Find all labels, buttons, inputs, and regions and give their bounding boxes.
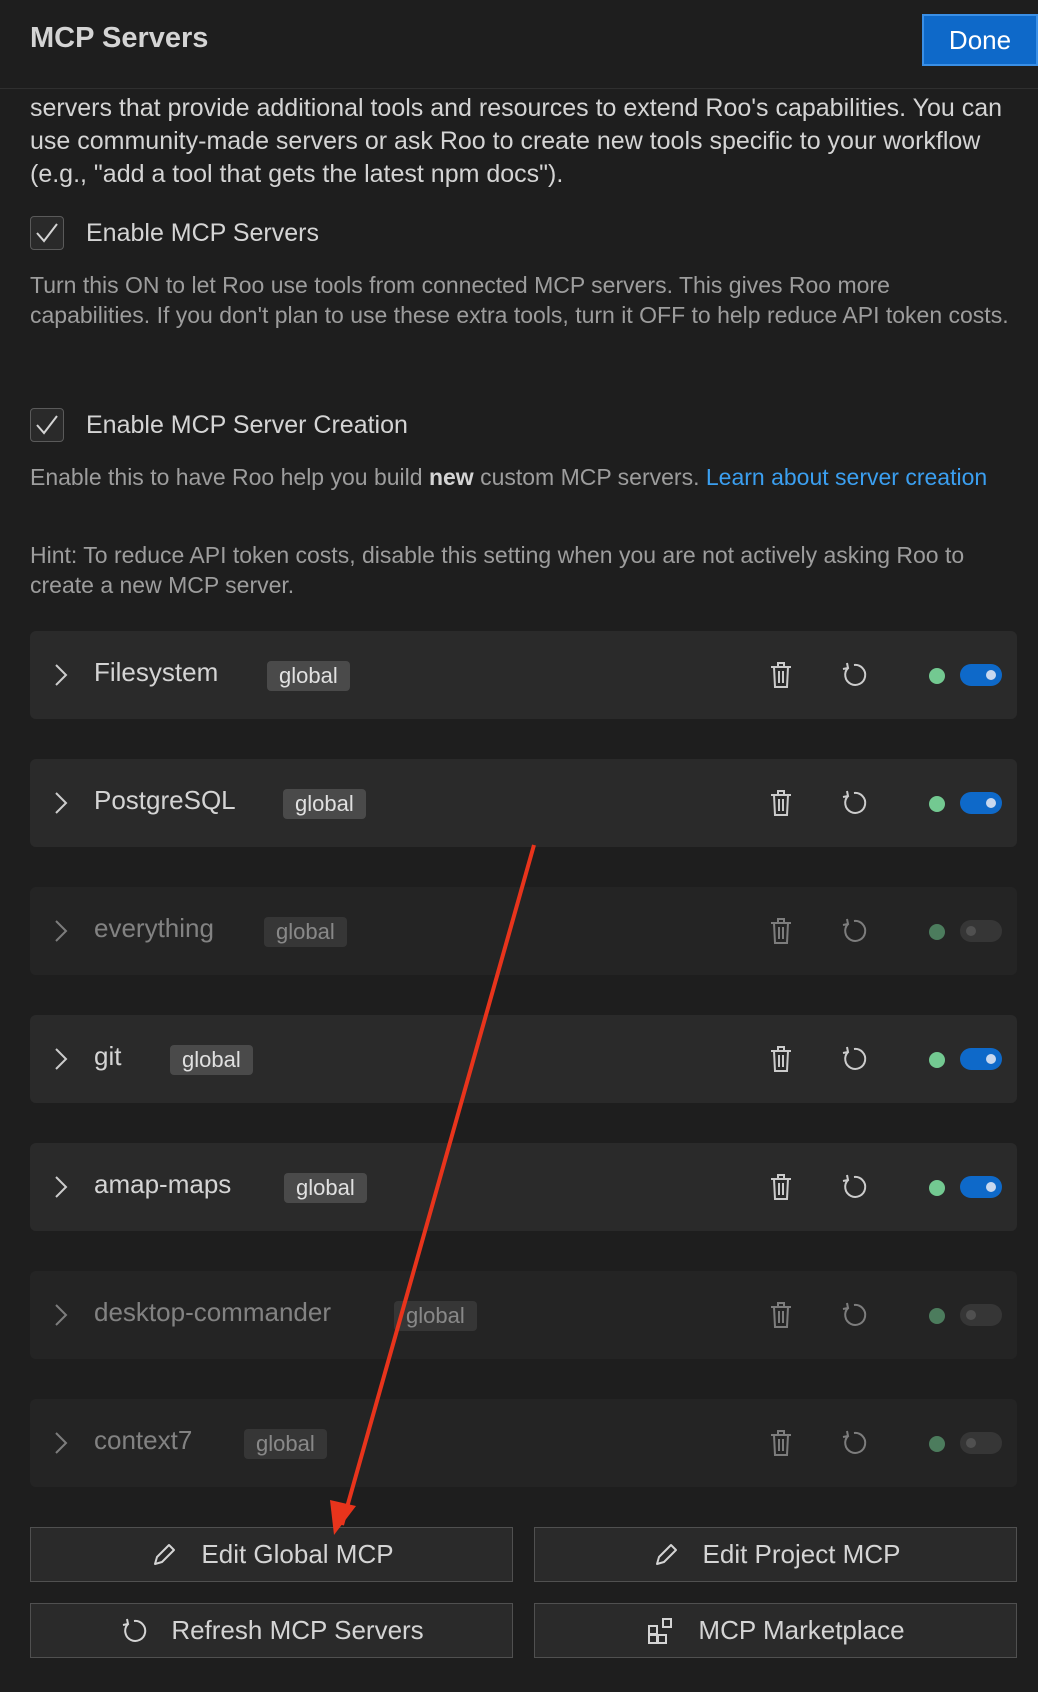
server-row[interactable]: desktop-commander global <box>30 1271 1017 1359</box>
server-toggle[interactable] <box>960 664 1002 686</box>
server-row[interactable]: Filesystem global <box>30 631 1017 719</box>
scope-badge: global <box>394 1301 477 1331</box>
server-toggle[interactable] <box>960 1304 1002 1326</box>
toggle-knob <box>966 1310 976 1320</box>
server-row[interactable]: PostgreSQL global <box>30 759 1017 847</box>
status-dot <box>929 796 945 812</box>
toggle-knob <box>986 670 996 680</box>
server-row[interactable]: context7 global <box>30 1399 1017 1487</box>
trash-icon[interactable] <box>769 917 793 945</box>
chevron-right-icon[interactable] <box>54 919 68 943</box>
trash-icon[interactable] <box>769 1429 793 1457</box>
toggle-knob <box>986 798 996 808</box>
pencil-icon <box>655 1543 677 1565</box>
refresh-icon[interactable] <box>840 789 868 817</box>
enable-server-creation-row[interactable]: Enable MCP Server Creation <box>30 408 408 442</box>
refresh-icon[interactable] <box>840 917 868 945</box>
status-dot <box>929 1308 945 1324</box>
settings-content: servers that provide additional tools an… <box>30 92 1010 598</box>
enable-server-creation-checkbox[interactable] <box>30 408 64 442</box>
creation-hint: Hint: To reduce API token costs, disable… <box>30 542 965 598</box>
server-name: amap-maps <box>94 1169 232 1199</box>
status-dot <box>929 1436 945 1452</box>
refresh-mcp-servers-button[interactable]: Refresh MCP Servers <box>30 1603 513 1658</box>
server-name: git <box>94 1041 122 1071</box>
server-name: context7 <box>94 1425 193 1455</box>
server-toggle[interactable] <box>960 1048 1002 1070</box>
trash-icon[interactable] <box>769 1301 793 1329</box>
chevron-right-icon[interactable] <box>54 1175 68 1199</box>
checkmark-icon <box>36 223 58 243</box>
status-dot <box>929 1180 945 1196</box>
learn-server-creation-link[interactable]: Learn about server creation <box>706 464 987 490</box>
refresh-icon[interactable] <box>840 1045 868 1073</box>
toggle-knob <box>986 1182 996 1192</box>
enable-mcp-servers-label: Enable MCP Servers <box>86 218 319 247</box>
scope-badge: global <box>170 1045 253 1075</box>
checkmark-icon <box>36 415 58 435</box>
toggle-knob <box>966 926 976 936</box>
enable-server-creation-description: Enable this to have Roo help you build n… <box>30 464 988 490</box>
scope-badge: global <box>283 789 366 819</box>
server-row[interactable]: everything global <box>30 887 1017 975</box>
server-name: everything <box>94 913 214 943</box>
refresh-icon <box>123 1618 147 1642</box>
intro-text: servers that provide additional tools an… <box>30 94 1003 188</box>
server-name: PostgreSQL <box>94 785 236 815</box>
refresh-icon[interactable] <box>840 661 868 689</box>
enable-mcp-servers-row[interactable]: Enable MCP Servers <box>30 216 319 250</box>
refresh-icon[interactable] <box>840 1301 868 1329</box>
scope-badge: global <box>244 1429 327 1459</box>
server-row[interactable]: amap-maps global <box>30 1143 1017 1231</box>
page-title: MCP Servers <box>30 22 209 54</box>
scope-badge: global <box>284 1173 367 1203</box>
status-dot <box>929 924 945 940</box>
enable-mcp-servers-checkbox[interactable] <box>30 216 64 250</box>
scope-badge: global <box>264 917 347 947</box>
done-button[interactable]: Done <box>922 14 1038 66</box>
enable-mcp-servers-description: Turn this ON to let Roo use tools from c… <box>30 272 1009 328</box>
server-toggle[interactable] <box>960 1176 1002 1198</box>
scope-badge: global <box>267 661 350 691</box>
chevron-right-icon[interactable] <box>54 663 68 687</box>
refresh-icon[interactable] <box>840 1429 868 1457</box>
refresh-icon[interactable] <box>840 1173 868 1201</box>
trash-icon[interactable] <box>769 1045 793 1073</box>
enable-server-creation-label: Enable MCP Server Creation <box>86 410 408 439</box>
server-name: Filesystem <box>94 657 219 687</box>
server-toggle[interactable] <box>960 792 1002 814</box>
trash-icon[interactable] <box>769 789 793 817</box>
pencil-icon <box>154 1543 176 1565</box>
edit-global-mcp-button[interactable]: Edit Global MCP <box>30 1527 513 1582</box>
extensions-icon <box>648 1617 673 1644</box>
chevron-right-icon[interactable] <box>54 1047 68 1071</box>
trash-icon[interactable] <box>769 1173 793 1201</box>
chevron-right-icon[interactable] <box>54 1431 68 1455</box>
chevron-right-icon[interactable] <box>54 1303 68 1327</box>
edit-project-mcp-button[interactable]: Edit Project MCP <box>534 1527 1017 1582</box>
mcp-marketplace-button[interactable]: MCP Marketplace <box>534 1603 1017 1658</box>
header: MCP Servers Done <box>0 0 1038 89</box>
status-dot <box>929 1052 945 1068</box>
server-toggle[interactable] <box>960 1432 1002 1454</box>
toggle-knob <box>986 1054 996 1064</box>
trash-icon[interactable] <box>769 661 793 689</box>
server-row[interactable]: git global <box>30 1015 1017 1103</box>
toggle-knob <box>966 1438 976 1448</box>
status-dot <box>929 668 945 684</box>
server-toggle[interactable] <box>960 920 1002 942</box>
server-name: desktop-commander <box>94 1297 331 1327</box>
chevron-right-icon[interactable] <box>54 791 68 815</box>
